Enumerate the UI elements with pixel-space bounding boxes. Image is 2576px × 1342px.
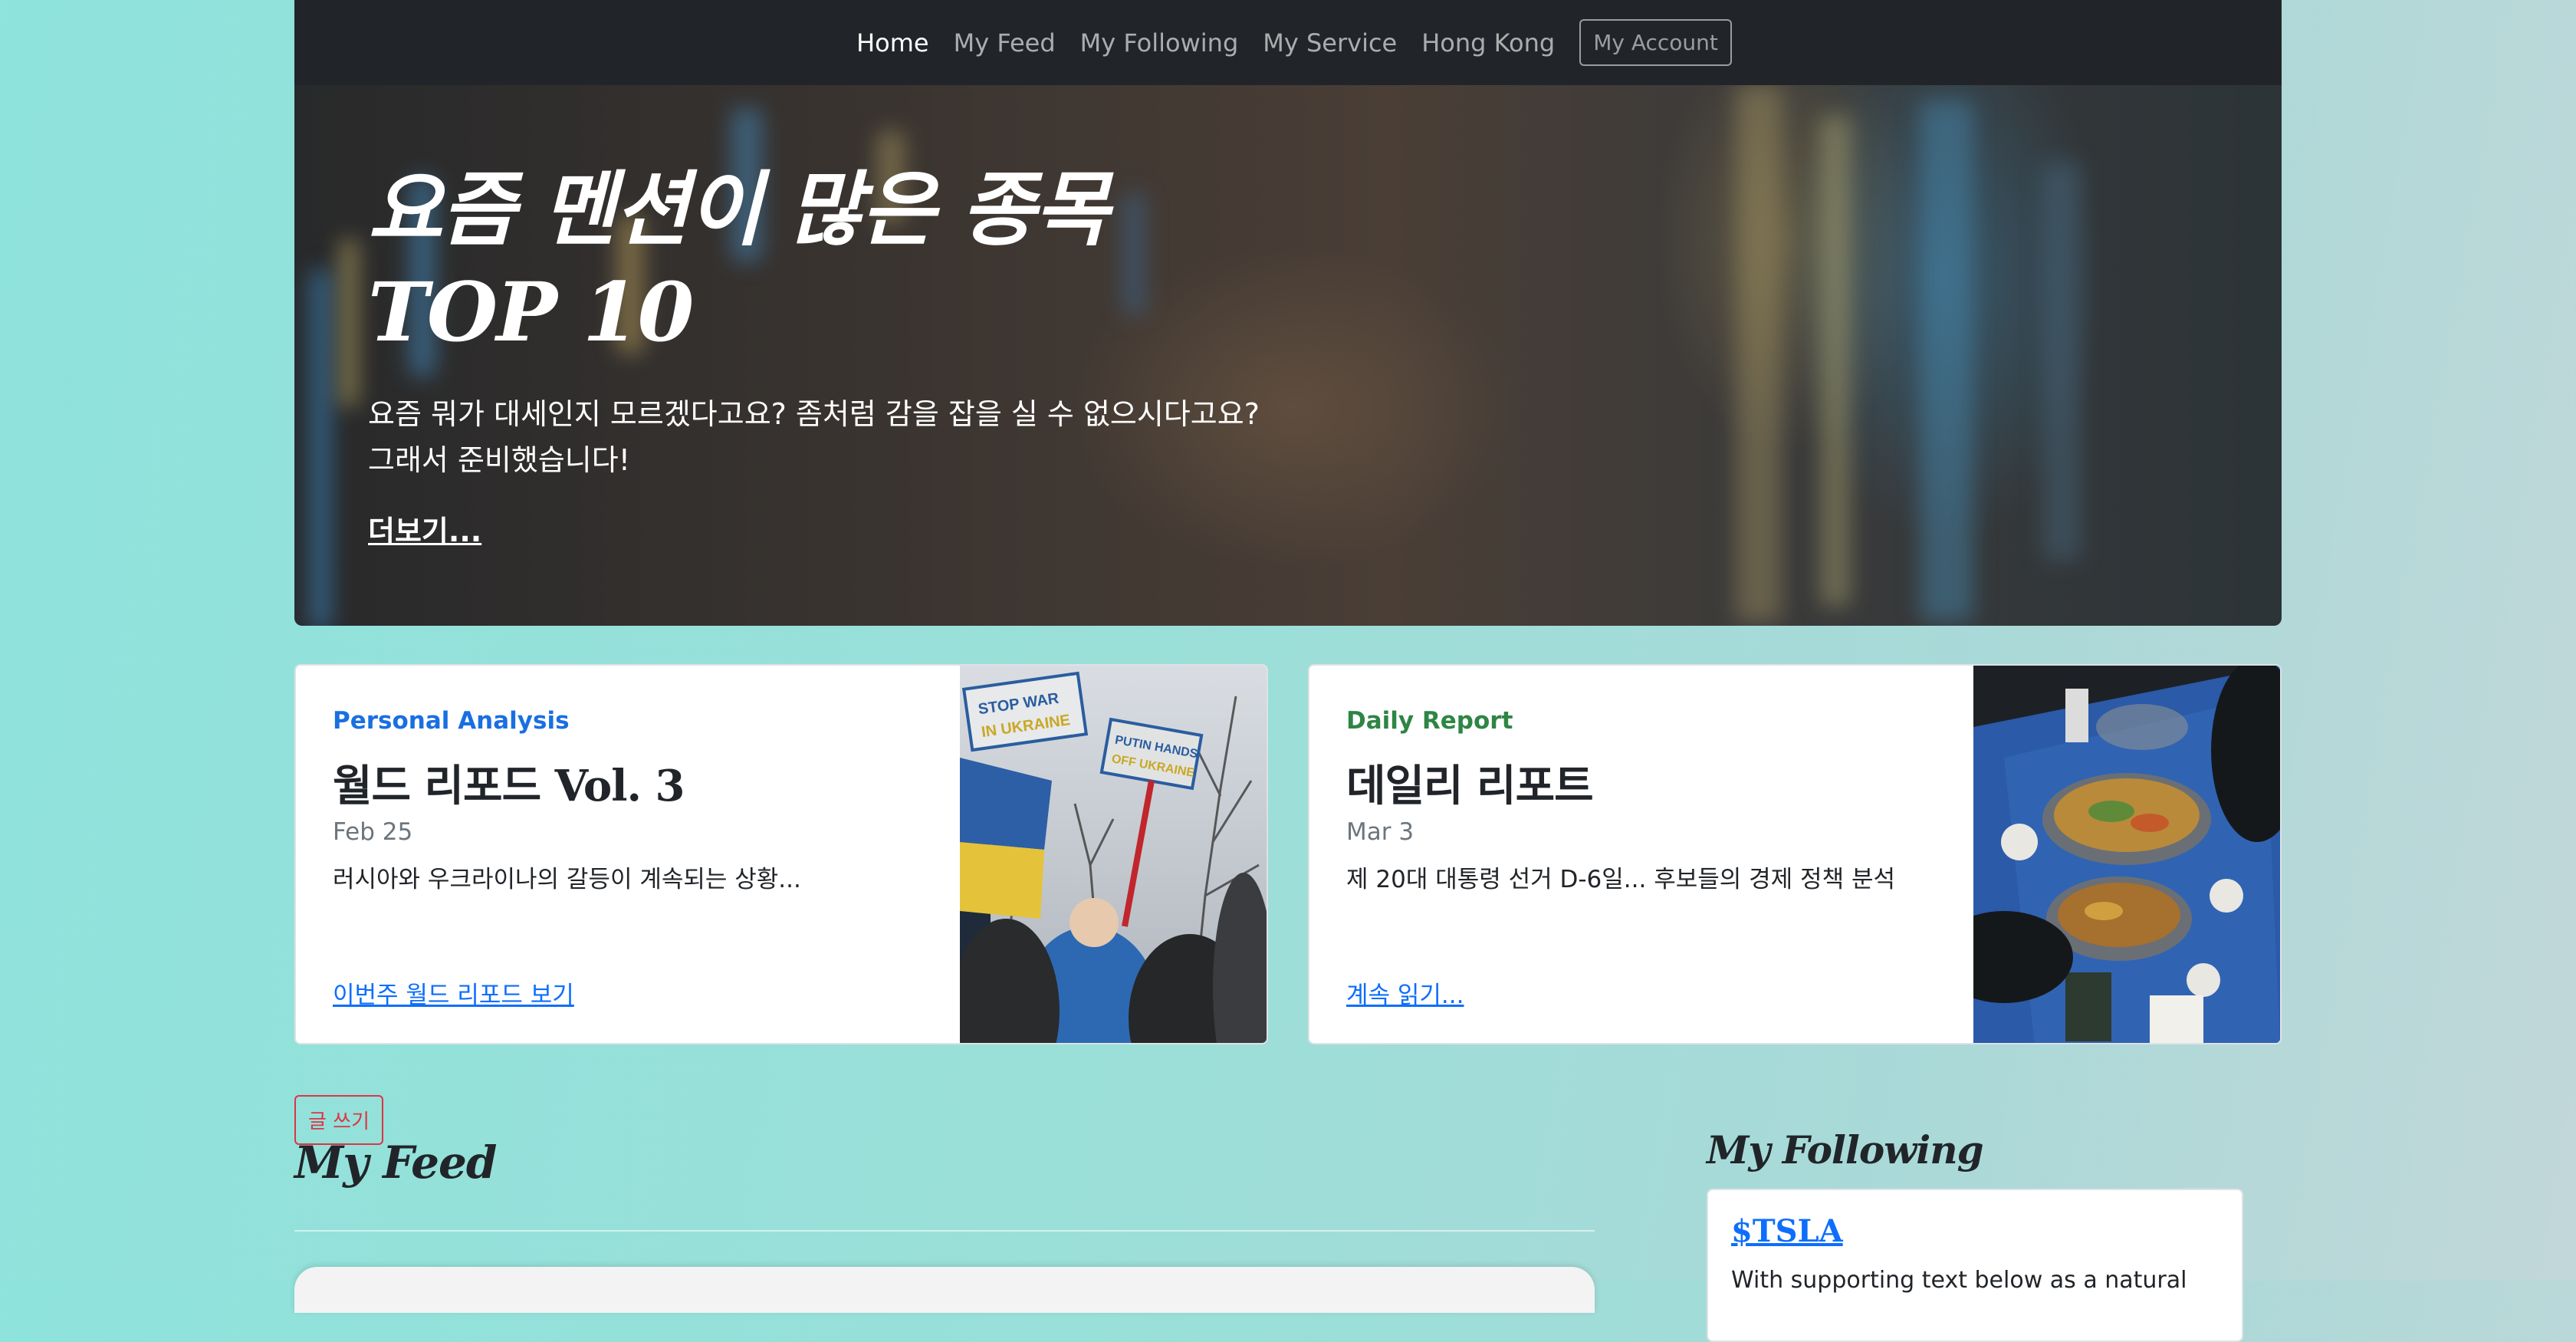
card-body: Daily Report 데일리 리포트 Mar 3 제 20대 대통령 선거 … xyxy=(1346,707,1944,894)
feed-post-card xyxy=(294,1267,1595,1313)
my-feed-title: My Feed xyxy=(294,1136,497,1189)
featured-card-world-report: Personal Analysis 월드 리포드 Vol. 3 Feb 25 러… xyxy=(294,664,1268,1044)
hero-title: 요즘 멘션이 많은 종목 TOP 10 xyxy=(368,158,1260,363)
street-food-photo xyxy=(1973,666,2280,1043)
card-category: Personal Analysis xyxy=(333,707,570,735)
nav-home[interactable]: Home xyxy=(856,28,929,58)
nav-hong-kong[interactable]: Hong Kong xyxy=(1421,28,1555,58)
card-category: Daily Report xyxy=(1346,707,1513,735)
card-date: Mar 3 xyxy=(1346,818,1414,846)
hero-content: 요즘 멘션이 많은 종목 TOP 10 요즘 뭐가 대세인지 모르겠다고요? 좀… xyxy=(368,158,1260,550)
ukraine-protest-photo: STOP WAR IN UKRAINE PUTIN HANDS OFF UKRA… xyxy=(960,666,1267,1043)
hero-description: 요즘 뭐가 대세인지 모르겠다고요? 좀처럼 감을 잡을 실 수 없으시다고요?… xyxy=(368,391,1260,483)
top-navbar: Home My Feed My Following My Service Hon… xyxy=(294,0,2282,85)
nav-my-feed[interactable]: My Feed xyxy=(954,28,1056,58)
hero-banner: 요즘 멘션이 많은 종목 TOP 10 요즘 뭐가 대세인지 모르겠다고요? 좀… xyxy=(294,85,2282,626)
following-card-title[interactable]: $TSLA xyxy=(1731,1213,1843,1249)
card-read-link[interactable]: 계속 읽기... xyxy=(1346,975,1464,1010)
hero-text-line1: 요즘 뭐가 대세인지 모르겠다고요? 좀처럼 감을 잡을 실 수 없으시다고요? xyxy=(368,397,1260,431)
hero-more-link[interactable]: 더보기... xyxy=(368,508,481,550)
hero-text-line2: 그래서 준비했습니다! xyxy=(368,443,630,477)
my-following-title: My Following xyxy=(1707,1127,1984,1173)
card-read-link[interactable]: 이번주 월드 리포드 보기 xyxy=(333,975,574,1010)
card-title: 데일리 리포트 xyxy=(1346,761,1594,811)
feed-divider xyxy=(294,1230,1595,1232)
nav-my-following[interactable]: My Following xyxy=(1080,28,1239,58)
featured-card-daily-report: Daily Report 데일리 리포트 Mar 3 제 20대 대통령 선거 … xyxy=(1308,664,2282,1044)
card-text: 제 20대 대통령 선거 D-6일... 후보들의 경제 정책 분석 xyxy=(1346,866,1895,893)
card-text: 러시아와 우크라이나의 갈등이 계속되는 상황... xyxy=(333,866,801,893)
my-account-button[interactable]: My Account xyxy=(1579,19,1732,66)
hero-title-line2: TOP 10 xyxy=(368,264,694,360)
card-title: 월드 리포드 Vol. 3 xyxy=(333,761,685,811)
hero-title-line1: 요즘 멘션이 많은 종목 xyxy=(368,161,1109,257)
nav-my-service[interactable]: My Service xyxy=(1263,28,1397,58)
following-card: $TSLA With supporting text below as a na… xyxy=(1707,1189,2243,1342)
card-body: Personal Analysis 월드 리포드 Vol. 3 Feb 25 러… xyxy=(333,707,931,894)
card-date: Feb 25 xyxy=(333,818,413,846)
